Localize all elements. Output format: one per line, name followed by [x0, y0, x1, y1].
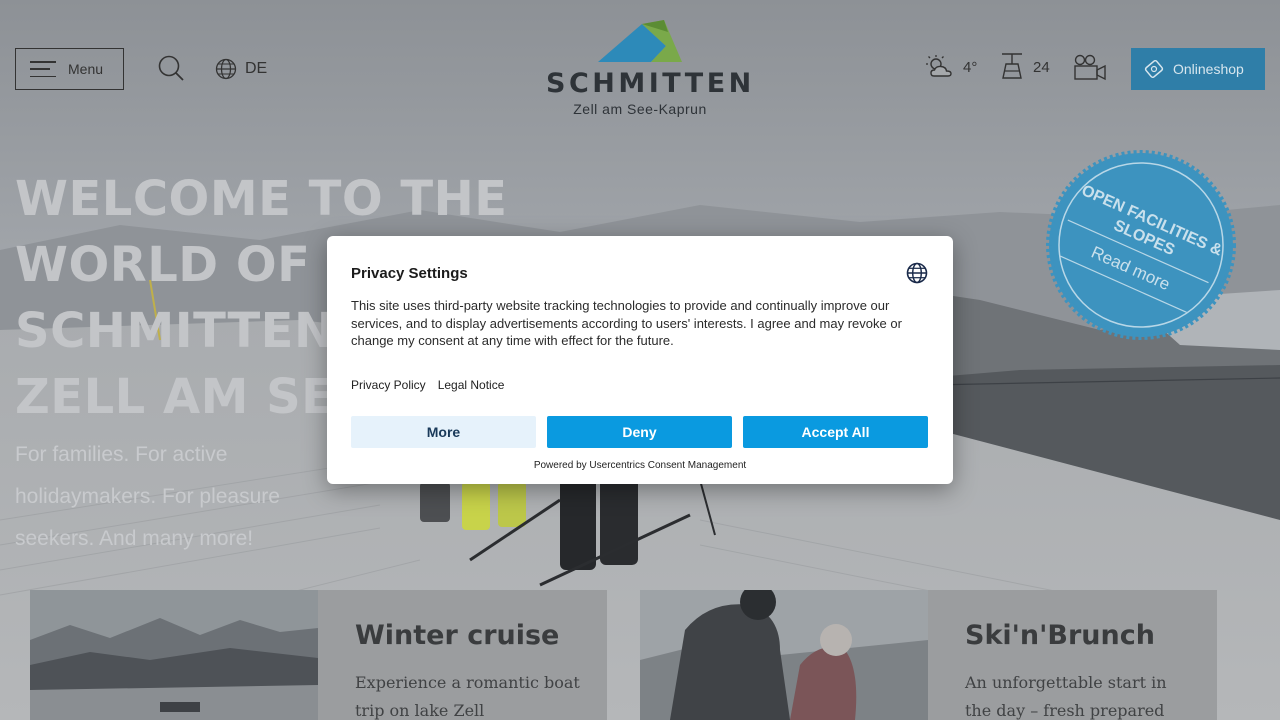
language-globe-icon[interactable]	[906, 262, 928, 284]
powered-by-text: Powered by Usercentrics Consent Manageme…	[533, 460, 747, 471]
privacy-policy-link[interactable]: Privacy Policy	[351, 378, 426, 392]
privacy-settings-dialog: Privacy Settings This site uses third-pa…	[327, 236, 953, 484]
dialog-links: Privacy Policy Legal Notice	[351, 378, 504, 392]
legal-notice-link[interactable]: Legal Notice	[438, 378, 505, 392]
deny-button[interactable]: Deny	[547, 416, 732, 448]
dialog-title: Privacy Settings	[351, 265, 468, 282]
dialog-body-text: This site uses third-party website track…	[351, 298, 902, 348]
more-button[interactable]: More	[351, 416, 536, 448]
accept-all-button[interactable]: Accept All	[743, 416, 928, 448]
